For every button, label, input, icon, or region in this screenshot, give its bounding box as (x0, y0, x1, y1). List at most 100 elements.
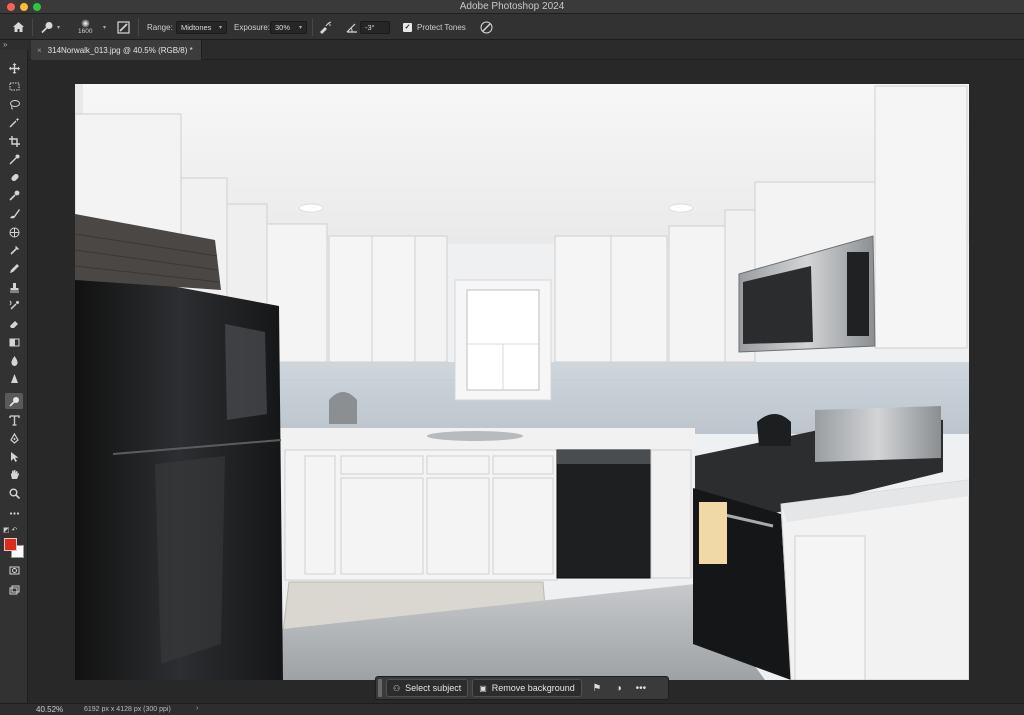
remove-background-label: Remove background (491, 683, 575, 693)
marquee-tool-button[interactable] (5, 78, 23, 94)
healing-brush-tool-icon (8, 190, 19, 201)
pin-icon: ⚑ (592, 682, 602, 694)
blur-tool-button[interactable] (5, 352, 23, 368)
more-icon: ••• (635, 682, 647, 694)
path-selection-tool-icon (10, 451, 18, 462)
airbrush-button[interactable] (318, 14, 332, 40)
crop-tool-button[interactable] (5, 133, 23, 149)
protect-tones-label: Protect Tones (417, 22, 466, 32)
zoom-tool-icon (9, 488, 20, 499)
brush-tool-icon (9, 208, 20, 218)
range-value: Midtones (181, 22, 212, 32)
exposure-label: Exposure: (234, 22, 271, 32)
pencil-tool-button[interactable] (5, 260, 23, 276)
tools-panel: ◩ ↶ (0, 50, 28, 710)
marquee-tool-icon (9, 82, 19, 90)
hand-tool-icon (10, 469, 19, 479)
screen-mode-button[interactable] (5, 582, 23, 598)
zoom-level[interactable]: 40.52% (36, 705, 63, 714)
chevron-down-icon: ▾ (103, 24, 107, 31)
brush-picker-dropdown[interactable]: ▾ (100, 14, 106, 40)
spot-healing-tool-icon (10, 173, 19, 181)
angle-control[interactable] (346, 14, 358, 40)
brush-tool-button[interactable] (5, 205, 23, 221)
dodge-tool-icon (8, 396, 19, 407)
history-brush-tool-icon (9, 245, 19, 255)
brush-settings-button[interactable] (117, 14, 130, 40)
exposure-input[interactable]: 30% ▾ (270, 20, 307, 34)
type-tool-button[interactable] (5, 412, 23, 428)
spot-healing-tool-button[interactable] (5, 169, 23, 185)
app-title: Adobe Photoshop 2024 (459, 1, 565, 12)
more-tools-icon (9, 511, 19, 515)
eyedropper-tool-icon (9, 154, 19, 164)
pen-pressure-icon (480, 21, 493, 33)
protect-tones-checkbox[interactable]: ✓ (403, 22, 412, 32)
close-icon[interactable]: × (37, 46, 42, 55)
chevron-down-icon: ▾ (298, 24, 302, 31)
range-label: Range: (147, 22, 173, 32)
angle-icon (346, 23, 357, 33)
eyedropper-tool-button[interactable] (5, 151, 23, 167)
status-bar: 40.52% 6192 px x 4128 px (300 ppi) › (0, 703, 1024, 715)
hand-tool-button[interactable] (5, 466, 23, 482)
pin-bar-button[interactable]: ⚑ (586, 679, 608, 697)
adjustment-icon: ◑ (615, 682, 622, 694)
more-tools-button[interactable] (5, 505, 23, 521)
zoom-tool-button[interactable] (5, 485, 23, 501)
select-subject-button[interactable]: ⚇ Select subject (386, 679, 469, 697)
gradient-tool-button[interactable] (5, 334, 23, 350)
quick-mask-icon (9, 566, 19, 574)
magic-wand-tool-button[interactable] (5, 114, 23, 130)
stamp-tool-button[interactable] (5, 279, 23, 295)
tool-preset-picker[interactable]: ▾ (40, 14, 60, 40)
lasso-tool-button[interactable] (5, 96, 23, 112)
soft-brush-icon (81, 19, 90, 28)
pen-tool-button[interactable] (5, 430, 23, 446)
lasso-tool-icon (9, 99, 20, 109)
adjustment-button[interactable]: ◑ (608, 679, 630, 697)
angle-input[interactable]: -3° (360, 20, 390, 34)
gradient-tool-icon (9, 338, 19, 346)
eraser-tool-icon (9, 320, 18, 328)
foreground-color-swatch[interactable] (4, 538, 17, 551)
document-tab[interactable]: × 314Norwalk_013.jpg @ 40.5% (RGB/8) * (31, 40, 202, 60)
person-icon: ⚇ (393, 683, 401, 693)
taskbar-drag-handle[interactable] (378, 679, 382, 697)
history-brush-tool-button[interactable] (5, 242, 23, 258)
sharpen-tool-icon (10, 373, 18, 383)
canvas-area[interactable] (28, 61, 1024, 703)
screen-mode-icon (9, 585, 19, 594)
status-menu-arrow[interactable]: › (196, 705, 198, 712)
move-tool-button[interactable] (5, 60, 23, 76)
panel-collapse-toggle[interactable]: » (0, 40, 28, 50)
select-subject-label: Select subject (405, 683, 462, 693)
stamp-tool-icon (9, 282, 19, 292)
document-tab-label: 314Norwalk_013.jpg @ 40.5% (RGB/8) * (47, 45, 193, 55)
dodge-tool-button[interactable] (5, 393, 23, 409)
art-history-tool-button[interactable] (5, 297, 23, 313)
angle-value: -3° (365, 22, 375, 32)
range-select[interactable]: Midtones ▾ (176, 20, 227, 34)
healing-brush-tool-button[interactable] (5, 187, 23, 203)
remove-background-button[interactable]: ▣ Remove background (472, 679, 582, 697)
protect-tones-toggle[interactable]: ✓ Protect Tones (403, 14, 466, 40)
clone-stamp-tool-button[interactable] (5, 224, 23, 240)
quick-mask-button[interactable] (5, 562, 23, 578)
path-selection-tool-button[interactable] (5, 448, 23, 464)
document-image[interactable] (75, 84, 969, 680)
document-dimensions: 6192 px x 4128 px (300 ppi) (84, 706, 171, 713)
pressure-size-button[interactable] (480, 14, 493, 40)
default-colors-icon[interactable]: ◩ ↶ (3, 526, 17, 534)
home-button[interactable] (12, 14, 25, 40)
title-bar: Adobe Photoshop 2024 (0, 0, 1024, 14)
image-icon: ▣ (479, 683, 487, 693)
sharpen-tool-button[interactable] (5, 370, 23, 386)
eraser-tool-button[interactable] (5, 315, 23, 331)
home-icon (13, 22, 24, 32)
pen-tool-icon (9, 432, 19, 444)
crop-tool-icon (8, 135, 20, 147)
brush-preset-picker[interactable]: 1600 (78, 14, 92, 40)
dodge-tool-icon (41, 21, 53, 33)
more-options-button[interactable]: ••• (630, 679, 652, 697)
